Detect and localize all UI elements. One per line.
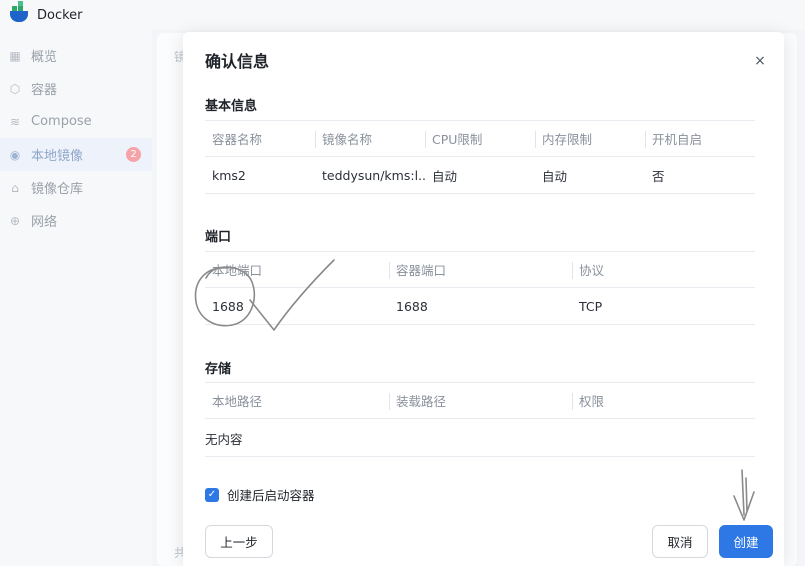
sidebar-item-label: 容器 [31, 83, 58, 98]
dialog-title: 确认信息 [205, 52, 270, 71]
sidebar-item-label: 网络 [31, 215, 58, 230]
checkbox-checked[interactable]: ✓ [205, 487, 219, 502]
sidebar-item-local-images[interactable]: ◉ 本地镜像 2 [0, 138, 152, 171]
storage-table: 本地路径 装载路径 权限 [205, 382, 755, 419]
sidebar-item-label: 镜像仓库 [31, 182, 84, 197]
table-cell: 自动 [432, 168, 458, 184]
table-cell: 1688 [212, 298, 244, 314]
table-row: 1688 1688 TCP [205, 288, 755, 325]
confirm-dialog: 确认信息 × 基本信息 容器名称 镜像名称 CPU限制 内存限制 开机自启 km… [183, 32, 784, 566]
sidebar-item-label: Compose [31, 114, 92, 129]
checkbox-label: 创建后启动容器 [227, 488, 315, 503]
sidebar-item-label: 概览 [31, 50, 58, 65]
column-header: 装载路径 [389, 383, 572, 418]
checkmark-icon: ✓ [207, 489, 217, 500]
cube-icon: ⬡ [9, 81, 21, 96]
column-header: 容器名称 [212, 132, 263, 147]
sidebar-item-containers[interactable]: ⬡ 容器 [0, 72, 152, 105]
close-icon: × [754, 53, 766, 69]
title-bar: Docker [0, 0, 805, 30]
docker-logo-icon [10, 1, 28, 24]
table-cell: 自动 [542, 168, 568, 184]
app-title: Docker [37, 7, 83, 23]
cancel-button[interactable]: 取消 [652, 525, 708, 558]
sidebar-item-overview[interactable]: ▦ 概览 [0, 39, 152, 72]
table-cell: 否 [652, 168, 665, 184]
globe-icon: ⊕ [9, 213, 21, 228]
layers-icon: ≋ [9, 114, 21, 129]
table-cell: teddysun/kms:l... [322, 167, 425, 183]
table-header: 容器名称 镜像名称 CPU限制 内存限制 开机自启 [205, 120, 755, 157]
prev-step-button[interactable]: 上一步 [205, 525, 273, 558]
eye-icon: ◉ [9, 147, 21, 162]
column-header: 权限 [572, 383, 755, 418]
column-header: 开机自启 [645, 121, 755, 156]
sidebar-item-compose[interactable]: ≋ Compose [0, 105, 152, 138]
table-header: 本地端口 容器端口 协议 [205, 251, 755, 288]
table-cell: TCP [579, 298, 603, 314]
sidebar: ▦ 概览 ⬡ 容器 ≋ Compose ◉ 本地镜像 2 ⌂ 镜像仓库 ⊕ 网络 [0, 30, 152, 566]
start-after-create-option[interactable]: ✓ 创建后启动容器 [205, 485, 315, 504]
sidebar-item-network[interactable]: ⊕ 网络 [0, 204, 152, 237]
sidebar-item-label: 本地镜像 [31, 149, 84, 164]
table-header: 本地路径 装载路径 权限 [205, 382, 755, 419]
column-header: CPU限制 [425, 121, 535, 156]
table-row: kms2 teddysun/kms:l... 自动 自动 否 [205, 157, 755, 194]
table-cell: kms2 [212, 167, 246, 183]
close-button[interactable]: × [749, 50, 771, 72]
table-cell: 1688 [396, 298, 428, 314]
home-icon: ⌂ [11, 180, 19, 195]
count-badge: 2 [126, 147, 141, 162]
section-title-basic: 基本信息 [205, 99, 258, 114]
section-title-storage: 存储 [205, 362, 232, 377]
section-title-ports: 端口 [205, 230, 232, 245]
create-button[interactable]: 创建 [719, 525, 773, 558]
basic-info-table: 容器名称 镜像名称 CPU限制 内存限制 开机自启 kms2 teddysun/… [205, 120, 755, 194]
column-header: 本地路径 [212, 394, 263, 409]
grid-icon: ▦ [9, 48, 21, 63]
divider [205, 456, 755, 457]
column-header: 协议 [572, 252, 755, 287]
empty-state-text: 无内容 [205, 432, 243, 447]
ports-table: 本地端口 容器端口 协议 1688 1688 TCP [205, 251, 755, 325]
column-header: 镜像名称 [315, 121, 425, 156]
column-header: 内存限制 [535, 121, 645, 156]
column-header: 本地端口 [212, 263, 263, 278]
sidebar-item-registry[interactable]: ⌂ 镜像仓库 [0, 171, 152, 204]
column-header: 容器端口 [389, 252, 572, 287]
